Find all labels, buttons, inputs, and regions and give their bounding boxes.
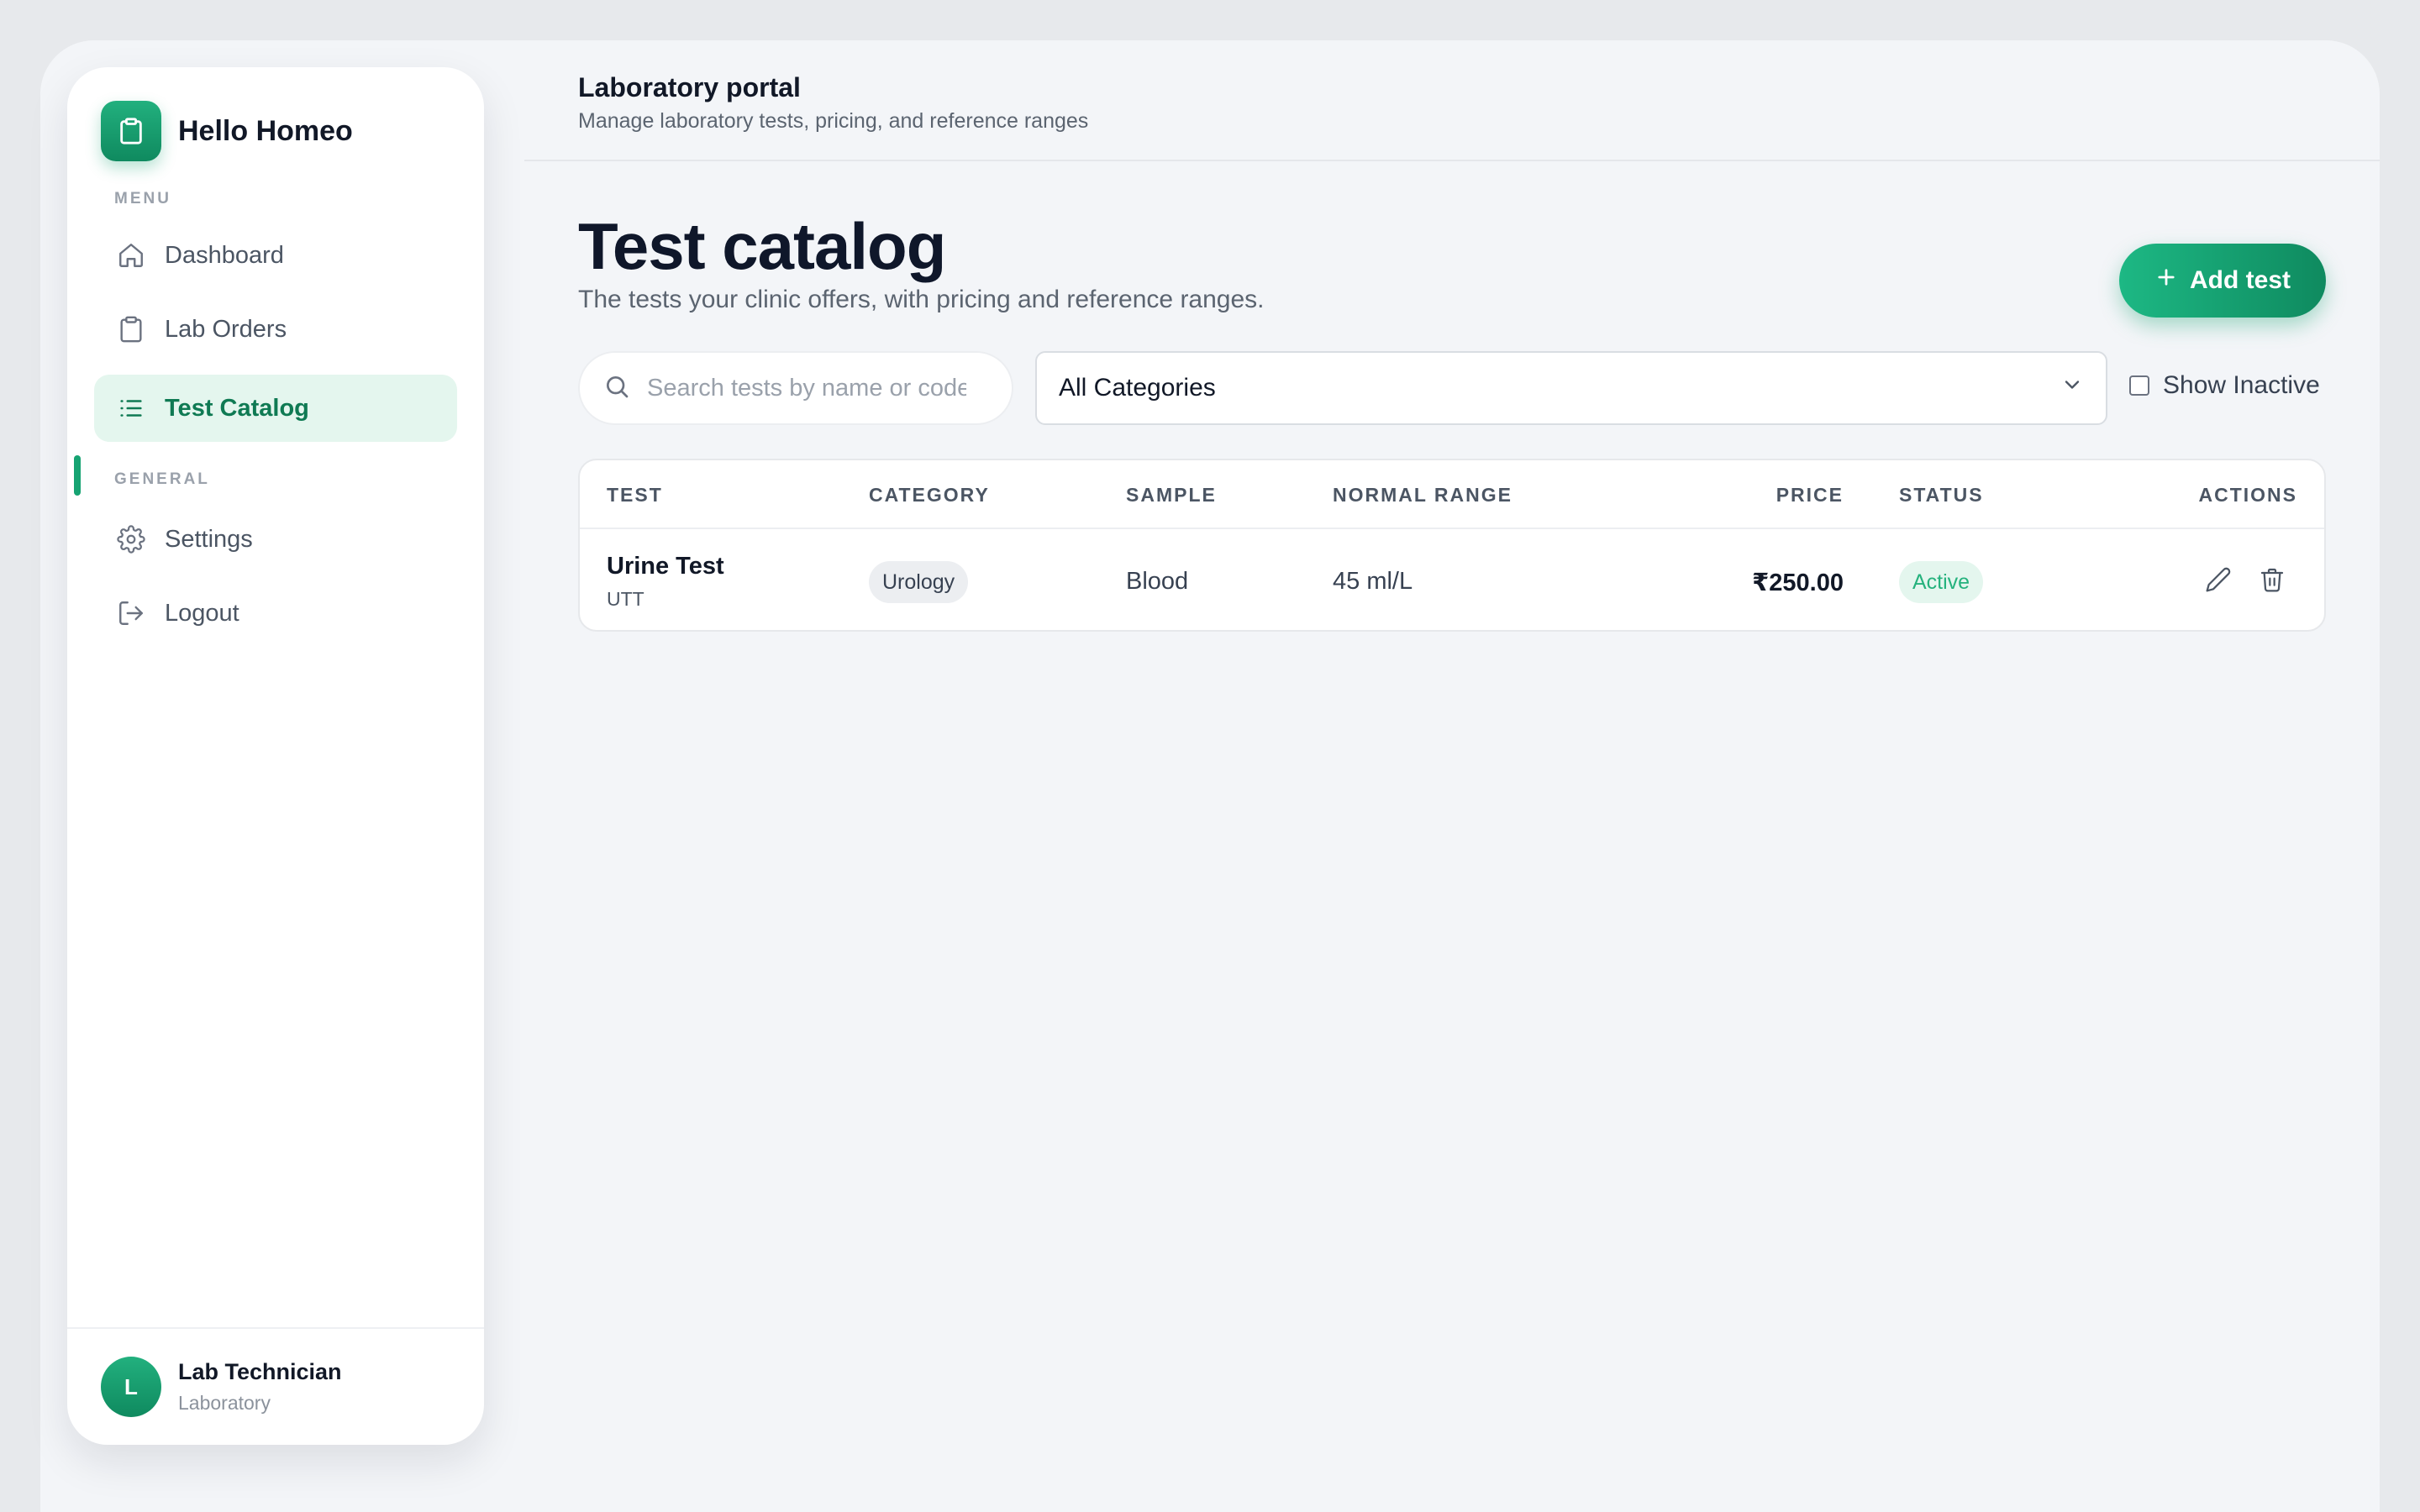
show-inactive-label: Show Inactive bbox=[2163, 371, 2320, 399]
gear-icon bbox=[114, 522, 148, 556]
list-icon bbox=[114, 391, 148, 425]
user-name: Lab Technician bbox=[178, 1359, 342, 1384]
sidebar-item-label: Dashboard bbox=[165, 241, 284, 269]
portal-subtitle: Manage laboratory tests, pricing, and re… bbox=[578, 109, 1089, 133]
sidebar-item-label: Test Catalog bbox=[165, 394, 309, 422]
table-header: TEST CATEGORY SAMPLE NORMAL RANGE PRICE … bbox=[580, 460, 2324, 529]
page-title: Test catalog bbox=[578, 209, 946, 283]
user-profile[interactable]: L Lab Technician Laboratory bbox=[67, 1327, 484, 1445]
sample-type: Blood bbox=[1126, 568, 1189, 595]
test-code: UTT bbox=[607, 588, 644, 610]
clipboard-icon bbox=[114, 312, 148, 346]
sidebar-item-lab-orders[interactable]: Lab Orders bbox=[94, 296, 457, 363]
brand[interactable]: Hello Homeo bbox=[101, 101, 353, 161]
normal-range: 45 ml/L bbox=[1333, 568, 1413, 595]
sidebar-item-label: Logout bbox=[165, 599, 239, 627]
column-header-status: STATUS bbox=[1899, 484, 1984, 506]
test-catalog-table: TEST CATEGORY SAMPLE NORMAL RANGE PRICE … bbox=[578, 459, 2326, 632]
chevron-down-icon bbox=[2060, 373, 2084, 403]
search-box bbox=[578, 351, 1013, 425]
test-name: Urine Test bbox=[607, 553, 724, 580]
search-icon bbox=[603, 373, 630, 404]
sidebar-item-logout[interactable]: Logout bbox=[94, 580, 457, 647]
column-header-sample: SAMPLE bbox=[1126, 484, 1217, 506]
clipboard-icon bbox=[101, 101, 161, 161]
column-header-actions: ACTIONS bbox=[2198, 484, 2297, 506]
sidebar-item-label: Lab Orders bbox=[165, 315, 287, 343]
trash-icon bbox=[2259, 566, 2286, 597]
add-test-button[interactable]: Add test bbox=[2119, 244, 2326, 318]
column-header-price: PRICE bbox=[1776, 484, 1844, 506]
home-icon bbox=[114, 239, 148, 272]
sidebar-item-dashboard[interactable]: Dashboard bbox=[94, 222, 457, 289]
status-badge: Active bbox=[1899, 561, 1984, 603]
category-badge: Urology bbox=[869, 561, 969, 603]
page-subtitle: The tests your clinic offers, with prici… bbox=[578, 286, 1265, 313]
header-divider bbox=[524, 160, 2380, 161]
portal-title: Laboratory portal bbox=[578, 72, 801, 102]
active-indicator bbox=[74, 455, 81, 496]
logout-icon bbox=[114, 596, 148, 630]
table-row[interactable]: Urine Test UTT Urology Blood 45 ml/L ₹25… bbox=[580, 529, 2324, 630]
delete-button[interactable] bbox=[2254, 563, 2291, 600]
add-test-label: Add test bbox=[2190, 266, 2291, 294]
sidebar-item-test-catalog[interactable]: Test Catalog bbox=[94, 375, 457, 442]
column-header-test: TEST bbox=[607, 484, 663, 506]
menu-section-label: MENU bbox=[114, 190, 171, 207]
plus-icon bbox=[2154, 265, 2178, 296]
show-inactive-toggle[interactable]: Show Inactive bbox=[2129, 371, 2320, 400]
column-header-category: CATEGORY bbox=[869, 484, 990, 506]
user-role: Laboratory bbox=[178, 1392, 271, 1414]
show-inactive-checkbox[interactable] bbox=[2129, 375, 2149, 396]
edit-button[interactable] bbox=[2200, 563, 2237, 600]
search-input[interactable] bbox=[647, 374, 966, 402]
price: ₹250.00 bbox=[1752, 570, 1844, 596]
pencil-icon bbox=[2205, 566, 2232, 597]
sidebar-item-label: Settings bbox=[165, 525, 253, 553]
brand-name: Hello Homeo bbox=[178, 114, 353, 147]
sidebar-item-settings[interactable]: Settings bbox=[94, 506, 457, 573]
general-section-label: GENERAL bbox=[114, 470, 210, 488]
sidebar: Hello Homeo MENU Dashboard Lab Orders Te… bbox=[67, 67, 484, 1445]
column-header-normal-range: NORMAL RANGE bbox=[1333, 484, 1512, 506]
avatar: L bbox=[101, 1357, 161, 1417]
category-select-value: All Categories bbox=[1059, 374, 1216, 402]
category-select[interactable]: All Categories bbox=[1035, 351, 2107, 425]
